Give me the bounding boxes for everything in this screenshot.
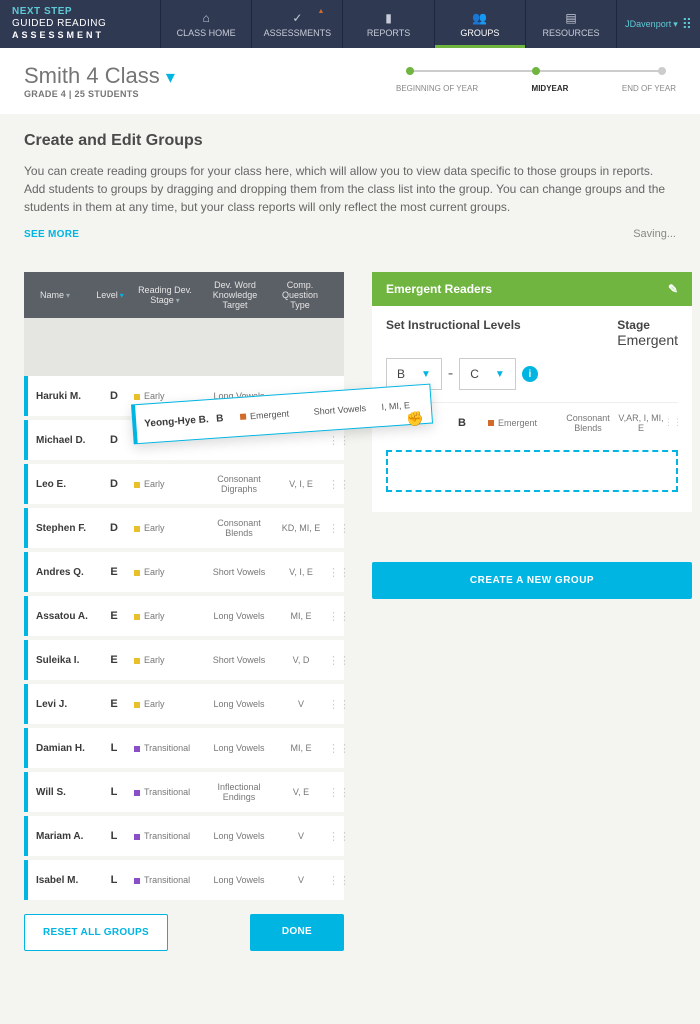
see-more-link[interactable]: SEE MORE (24, 229, 79, 240)
stage-label: Stage (617, 318, 678, 332)
nav-icon: ▤ (565, 11, 576, 25)
info-icon[interactable]: i (522, 366, 538, 382)
student-row[interactable]: Will S.LTransitionalInflectional Endings… (24, 772, 344, 812)
student-row[interactable]: Assatou A.EEarlyLong VowelsMI, E⋮⋮ (24, 596, 344, 636)
create-group-button[interactable]: CREATE A NEW GROUP (372, 562, 692, 599)
drag-handle-icon[interactable]: ⋮⋮ (328, 874, 344, 887)
reset-groups-button[interactable]: RESET ALL GROUPS (24, 914, 168, 951)
nav-groups[interactable]: 👥GROUPS (434, 0, 525, 48)
nav-icon: ⌂ (202, 11, 209, 25)
page-title: Create and Edit Groups (24, 132, 676, 150)
drag-handle-icon[interactable]: ⋮⋮ (664, 417, 678, 428)
nav-resources[interactable]: ▤RESOURCES (525, 0, 616, 48)
chevron-down-icon: ▼ (421, 369, 431, 380)
drag-handle-icon[interactable]: ⋮⋮ (328, 742, 344, 755)
student-row[interactable]: Stephen F.DEarlyConsonant BlendsKD, MI, … (24, 508, 344, 548)
drag-handle-icon[interactable]: ⋮⋮ (328, 830, 344, 843)
user-menu[interactable]: JDavenport▾ ⠿ (616, 0, 700, 48)
page-intro: You can create reading groups for your c… (24, 162, 676, 216)
badge-icon: ▲ (318, 8, 325, 15)
stage-value: Emergent (617, 332, 678, 348)
drag-handle-icon[interactable]: ⋮⋮ (328, 434, 344, 447)
drag-handle-icon[interactable]: ⋮⋮ (328, 478, 344, 491)
saving-status: Saving... (633, 228, 676, 240)
sort-icon[interactable]: ▾ (66, 291, 70, 300)
student-table-header: Name▾ Level▾ Reading Dev. Stage▾ Dev. Wo… (24, 272, 344, 318)
nav-assessments[interactable]: ✓ASSESSMENTS▲ (251, 0, 342, 48)
drag-handle-icon[interactable]: ⋮⋮ (328, 786, 344, 799)
drag-handle-icon[interactable]: ⋮⋮ (328, 654, 344, 667)
student-row[interactable]: Damian H.LTransitionalLong VowelsMI, E⋮⋮ (24, 728, 344, 768)
student-row[interactable]: Mariam A.LTransitionalLong VowelsV⋮⋮ (24, 816, 344, 856)
sort-icon[interactable]: ▾ (176, 296, 180, 305)
done-button[interactable]: DONE (250, 914, 344, 951)
drag-handle-icon[interactable]: ⋮⋮ (328, 566, 344, 579)
sort-icon[interactable]: ▾ (120, 291, 124, 300)
nav-reports[interactable]: ▮REPORTS (342, 0, 433, 48)
class-title[interactable]: Smith 4 Class ▾ (24, 63, 175, 89)
student-row[interactable]: Leo E.DEarlyConsonant DigraphsV, I, E⋮⋮ (24, 464, 344, 504)
chevron-down-icon: ▾ (166, 67, 175, 87)
class-subtitle: GRADE 4 | 25 STUDENTS (24, 89, 175, 99)
grab-cursor-icon: ✊ (406, 410, 425, 428)
level-to-select[interactable]: C▼ (459, 358, 516, 390)
student-row[interactable]: Isabel M.LTransitionalLong VowelsV⋮⋮ (24, 860, 344, 900)
student-row[interactable]: Andres Q.EEarlyShort VowelsV, I, E⋮⋮ (24, 552, 344, 592)
drag-handle-icon[interactable]: ⋮⋮ (328, 698, 344, 711)
sil-label: Set Instructional Levels (386, 318, 521, 332)
app-logo: NEXT STEP GUIDED READING ASSESSMENT (0, 0, 160, 48)
group-dropzone[interactable] (386, 450, 678, 492)
student-row[interactable]: Suleika I.EEarlyShort VowelsV, D⋮⋮ (24, 640, 344, 680)
group-name: Emergent Readers (386, 282, 492, 296)
year-timeline: BEGINNING OF YEAR MIDYEAR END OF YEAR (396, 70, 676, 93)
drag-handle-icon[interactable]: ⋮⋮ (328, 610, 344, 623)
chevron-down-icon: ▼ (495, 369, 505, 380)
nav-class-home[interactable]: ⌂CLASS HOME (160, 0, 251, 48)
nav-icon: ✓ (292, 11, 302, 25)
nav-icon: ▮ (385, 11, 392, 25)
apps-grid-icon[interactable]: ⠿ (682, 16, 692, 33)
edit-group-icon[interactable]: ✎ (668, 282, 678, 296)
nav-icon: 👥 (472, 11, 487, 25)
student-row[interactable]: Levi J.EEarlyLong VowelsV⋮⋮ (24, 684, 344, 724)
drag-handle-icon[interactable]: ⋮⋮ (328, 522, 344, 535)
